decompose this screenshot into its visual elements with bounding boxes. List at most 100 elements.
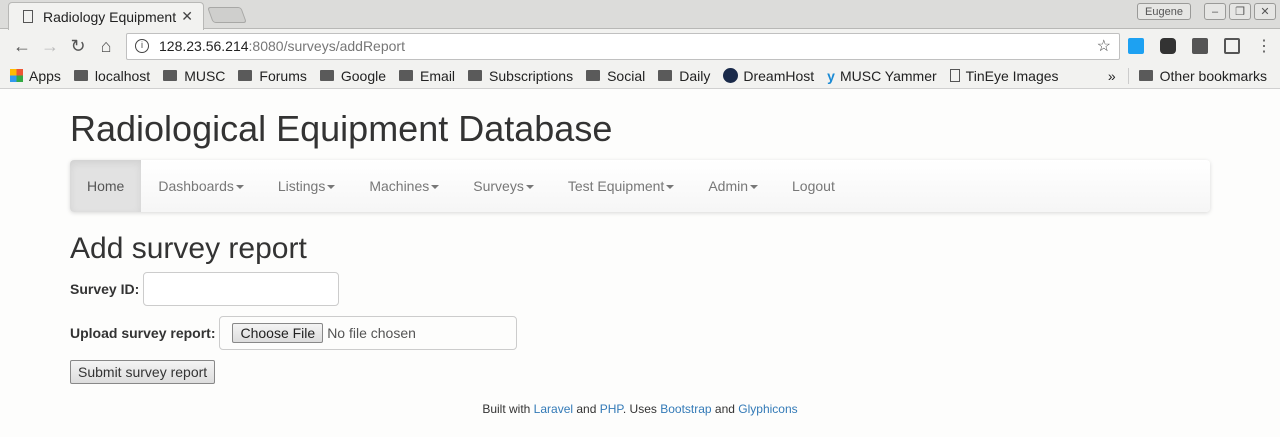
bookmark-daily[interactable]: Daily — [658, 68, 710, 84]
caret-down-icon — [327, 185, 336, 190]
nav-label: Test Equipment — [567, 178, 665, 194]
folder-icon — [163, 70, 178, 81]
close-tab-icon[interactable]: ✕ — [181, 8, 193, 25]
extension-icon[interactable] — [1152, 38, 1184, 54]
folder-icon — [1138, 70, 1153, 81]
nav-label: Machines — [369, 178, 430, 194]
bookmarks-bar: Apps localhost MUSC Forums Google Email … — [0, 63, 1280, 89]
info-icon[interactable]: i — [135, 39, 149, 53]
menu-icon[interactable]: ⋮ — [1248, 36, 1280, 56]
bookmark-musc-yammer[interactable]: y MUSC Yammer — [827, 68, 937, 84]
page-content: Radiological Equipment Database Home Das… — [70, 91, 1210, 384]
bookmark-label: Other bookmarks — [1159, 67, 1267, 84]
bookmark-social[interactable]: Social — [586, 68, 645, 84]
home-icon[interactable]: ⌂ — [92, 36, 120, 57]
bookmark-apps[interactable]: Apps — [10, 68, 61, 84]
caret-down-icon — [525, 185, 534, 190]
tab-title: Radiology Equipment — [43, 8, 177, 25]
php-link[interactable]: PHP — [600, 402, 623, 416]
bookmark-forums[interactable]: Forums — [238, 67, 307, 84]
caret-down-icon — [666, 185, 675, 190]
twitter-icon[interactable] — [1120, 38, 1152, 54]
bookmark-label: DreamHost — [743, 67, 815, 84]
nav-label: Logout — [792, 178, 835, 194]
bookmark-label: localhost — [94, 67, 151, 84]
bookmark-label: Subscriptions — [489, 67, 574, 84]
bookmark-dreamhost[interactable]: DreamHost — [723, 68, 814, 84]
survey-id-input[interactable] — [143, 272, 340, 306]
laravel-link[interactable]: Laravel — [534, 402, 573, 416]
footer-text: . Uses — [622, 402, 661, 416]
folder-icon — [468, 70, 483, 81]
bookmark-label: MUSC — [184, 67, 226, 84]
bookmark-label: Forums — [259, 67, 307, 84]
nav-home[interactable]: Home — [70, 160, 142, 212]
nav-surveys[interactable]: Surveys — [456, 160, 551, 212]
bookmark-label: TinEye Images — [965, 67, 1059, 84]
nav-label: Home — [87, 178, 125, 194]
bookmark-musc[interactable]: MUSC — [163, 68, 225, 84]
choose-file-button[interactable]: Choose File — [232, 323, 324, 343]
upload-row: Upload survey report: Choose File No fil… — [70, 316, 1210, 350]
nav-logout[interactable]: Logout — [775, 160, 852, 212]
nav-listings[interactable]: Listings — [261, 160, 352, 212]
dreamhost-icon — [723, 68, 739, 83]
bookmark-label: Daily — [679, 67, 711, 84]
profile-button[interactable]: Eugene — [1137, 3, 1191, 20]
nav-label: Surveys — [473, 178, 524, 194]
nav-admin[interactable]: Admin — [691, 160, 775, 212]
new-tab-button[interactable] — [207, 7, 247, 23]
bookmark-email[interactable]: Email — [399, 68, 455, 84]
bookmarks-overflow[interactable]: » — [1108, 68, 1116, 84]
browser-toolbar: ← → ↻ ⌂ i 128.23.56.214:8080/surveys/add… — [0, 29, 1280, 63]
footer-text: and — [573, 402, 600, 416]
bookmark-label: Apps — [29, 67, 61, 84]
apps-icon — [10, 69, 23, 82]
file-input[interactable]: Choose File No file chosen — [219, 316, 518, 350]
survey-id-label: Survey ID: — [70, 281, 140, 297]
minimize-icon[interactable]: – — [1204, 3, 1226, 20]
bookmark-label: Social — [607, 67, 646, 84]
lightbulb-icon[interactable] — [1184, 38, 1216, 54]
bookmark-localhost[interactable]: localhost — [73, 67, 151, 84]
navbar: Home Dashboards Listings Machines Survey… — [70, 160, 1210, 212]
nav-test-equipment[interactable]: Test Equipment — [551, 160, 692, 212]
footer-text: and — [711, 402, 739, 416]
nav-machines[interactable]: Machines — [352, 160, 456, 212]
yammer-icon: y — [827, 67, 835, 84]
browser-tab[interactable]: Radiology Equipment ✕ — [8, 2, 204, 30]
cast-icon[interactable] — [1216, 38, 1248, 54]
caret-down-icon — [431, 185, 440, 190]
caret-down-icon — [235, 185, 244, 190]
survey-id-row: Survey ID: — [70, 272, 1210, 306]
bookmark-subscriptions[interactable]: Subscriptions — [468, 68, 573, 84]
bookmark-tineye[interactable]: TinEye Images — [949, 67, 1059, 84]
site-title: Radiological Equipment Database — [70, 108, 613, 149]
other-bookmarks[interactable]: Other bookmarks — [1127, 67, 1267, 84]
page-heading: Add survey report — [70, 232, 307, 265]
bookmark-star-icon[interactable]: ☆ — [1097, 36, 1111, 56]
tab-strip: Radiology Equipment ✕ Eugene – ❐ ✕ — [0, 0, 1280, 30]
folder-icon — [73, 70, 88, 81]
page-icon — [949, 69, 960, 82]
file-status: No file chosen — [327, 325, 416, 341]
restore-icon[interactable]: ❐ — [1229, 3, 1251, 20]
bootstrap-link[interactable]: Bootstrap — [660, 402, 711, 416]
reload-icon[interactable]: ↻ — [64, 36, 92, 57]
folder-icon — [658, 70, 673, 81]
folder-icon — [586, 70, 601, 81]
close-window-icon[interactable]: ✕ — [1254, 3, 1276, 20]
forward-icon[interactable]: → — [36, 36, 64, 57]
address-bar[interactable]: i 128.23.56.214:8080/surveys/addReport ☆ — [126, 32, 1120, 60]
footer: Built with Laravel and PHP. Uses Bootstr… — [0, 402, 1280, 416]
bookmark-google[interactable]: Google — [319, 68, 386, 84]
glyphicons-link[interactable]: Glyphicons — [738, 402, 797, 416]
folder-icon — [399, 70, 414, 81]
submit-button[interactable]: Submit survey report — [70, 360, 216, 384]
back-icon[interactable]: ← — [8, 36, 36, 57]
nav-label: Dashboards — [158, 178, 234, 194]
bookmark-label: Email — [420, 67, 456, 84]
folder-icon — [319, 70, 334, 81]
nav-dashboards[interactable]: Dashboards — [141, 160, 261, 212]
caret-down-icon — [750, 185, 759, 190]
